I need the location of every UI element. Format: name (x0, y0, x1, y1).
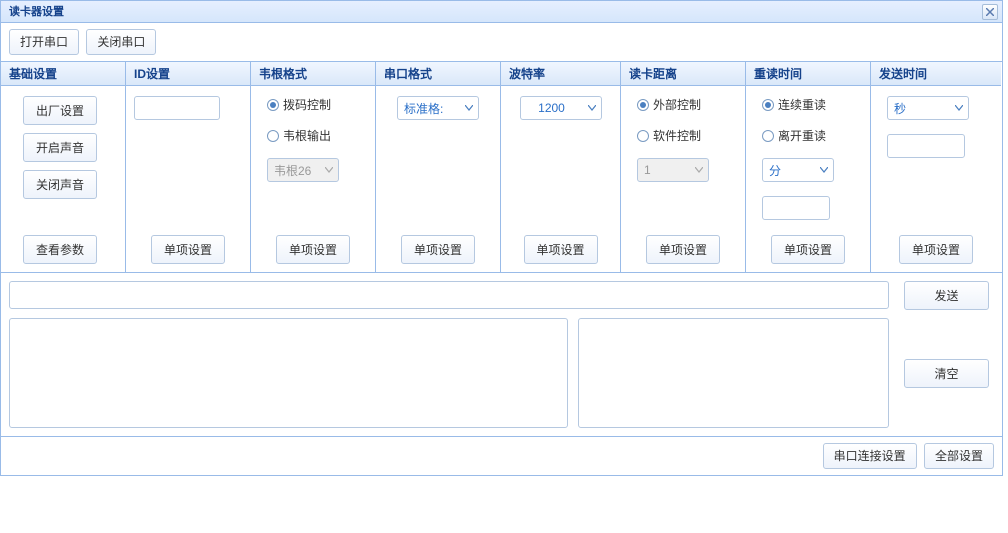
serial-settings-button[interactable]: 串口连接设置 (823, 443, 917, 469)
wiegand-select-text: 韦根26 (268, 162, 320, 179)
col-serial-fmt: 串口格式 标准格: 单项设置 (376, 62, 501, 272)
dial-control-label: 拨码控制 (283, 96, 331, 113)
chevron-down-icon[interactable] (815, 159, 833, 181)
bottom-area: 发送 清空 (1, 273, 1002, 436)
col-header-send-time: 发送时间 (871, 62, 1001, 86)
col-header-id: ID设置 (126, 62, 250, 86)
chevron-down-icon (690, 159, 708, 181)
view-params-button[interactable]: 查看参数 (23, 235, 97, 264)
col-header-basic: 基础设置 (1, 62, 125, 86)
chevron-down-icon[interactable] (460, 97, 478, 119)
external-control-radio[interactable] (637, 99, 649, 111)
col-header-reread: 重读时间 (746, 62, 870, 86)
id-single-button[interactable]: 单项设置 (151, 235, 225, 264)
send-time-single-button[interactable]: 单项设置 (899, 235, 973, 264)
continuous-reread-label: 连续重读 (778, 96, 826, 113)
chevron-down-icon[interactable] (583, 97, 601, 119)
reread-unit-text: 分 (763, 162, 815, 179)
wiegand-single-button[interactable]: 单项设置 (276, 235, 350, 264)
dial-control-radio[interactable] (267, 99, 279, 111)
wiegand-output-radio-row[interactable]: 韦根输出 (259, 127, 367, 144)
col-id: ID设置 单项设置 (126, 62, 251, 272)
external-control-label: 外部控制 (653, 96, 701, 113)
footer: 串口连接设置 全部设置 (1, 436, 1002, 475)
dial-control-radio-row[interactable]: 拨码控制 (259, 96, 367, 113)
distance-single-button[interactable]: 单项设置 (646, 235, 720, 264)
sound-off-button[interactable]: 关闭声音 (23, 170, 97, 199)
continuous-reread-radio-row[interactable]: 连续重读 (754, 96, 862, 113)
card-reader-settings-window: 读卡器设置 打开串口 关闭串口 基础设置 出厂设置 开启声音 关闭声音 查看参数… (0, 0, 1003, 476)
col-header-serial-fmt: 串口格式 (376, 62, 500, 86)
settings-columns: 基础设置 出厂设置 开启声音 关闭声音 查看参数 ID设置 单项设置 (1, 62, 1002, 273)
wiegand-output-radio[interactable] (267, 130, 279, 142)
open-port-button[interactable]: 打开串口 (9, 29, 79, 55)
toolbar: 打开串口 关闭串口 (1, 23, 1002, 62)
leave-reread-radio[interactable] (762, 130, 774, 142)
reread-value-input[interactable] (762, 196, 830, 220)
factory-reset-button[interactable]: 出厂设置 (23, 96, 97, 125)
col-basic: 基础设置 出厂设置 开启声音 关闭声音 查看参数 (1, 62, 126, 272)
software-control-radio-row[interactable]: 软件控制 (629, 127, 737, 144)
log-textarea-left[interactable] (9, 318, 568, 428)
col-header-wiegand: 韦根格式 (251, 62, 375, 86)
serial-fmt-text: 标准格: (398, 100, 460, 117)
col-reread: 重读时间 连续重读 离开重读 分 (746, 62, 871, 272)
close-icon[interactable] (982, 4, 998, 20)
software-control-label: 软件控制 (653, 127, 701, 144)
col-distance: 读卡距离 外部控制 软件控制 1 (621, 62, 746, 272)
serial-fmt-select[interactable]: 标准格: (397, 96, 479, 120)
send-time-unit-select[interactable]: 秒 (887, 96, 969, 120)
id-input[interactable] (134, 96, 220, 120)
command-input[interactable] (9, 281, 889, 309)
send-time-value-input[interactable] (887, 134, 965, 158)
reread-unit-select[interactable]: 分 (762, 158, 834, 182)
baud-select[interactable]: 1200 (520, 96, 602, 120)
col-header-distance: 读卡距离 (621, 62, 745, 86)
chevron-down-icon (320, 159, 338, 181)
leave-reread-label: 离开重读 (778, 127, 826, 144)
send-time-unit-text: 秒 (888, 100, 950, 117)
reread-single-button[interactable]: 单项设置 (771, 235, 845, 264)
external-control-radio-row[interactable]: 外部控制 (629, 96, 737, 113)
close-port-button[interactable]: 关闭串口 (86, 29, 156, 55)
distance-text: 1 (638, 163, 690, 177)
chevron-down-icon[interactable] (950, 97, 968, 119)
wiegand-output-label: 韦根输出 (283, 127, 331, 144)
col-send-time: 发送时间 秒 单项设置 (871, 62, 1001, 272)
clear-button[interactable]: 清空 (904, 359, 989, 388)
window-title: 读卡器设置 (9, 6, 64, 18)
distance-select: 1 (637, 158, 709, 182)
continuous-reread-radio[interactable] (762, 99, 774, 111)
titlebar: 读卡器设置 (1, 1, 1002, 23)
log-textarea-right[interactable] (578, 318, 889, 428)
baud-text: 1200 (521, 101, 583, 115)
software-control-radio[interactable] (637, 130, 649, 142)
col-wiegand: 韦根格式 拨码控制 韦根输出 韦根26 (251, 62, 376, 272)
sound-on-button[interactable]: 开启声音 (23, 133, 97, 162)
col-baud: 波特率 1200 单项设置 (501, 62, 621, 272)
send-button[interactable]: 发送 (904, 281, 989, 310)
baud-single-button[interactable]: 单项设置 (524, 235, 598, 264)
col-header-baud: 波特率 (501, 62, 620, 86)
serial-fmt-single-button[interactable]: 单项设置 (401, 235, 475, 264)
leave-reread-radio-row[interactable]: 离开重读 (754, 127, 862, 144)
wiegand-select: 韦根26 (267, 158, 339, 182)
all-settings-button[interactable]: 全部设置 (924, 443, 994, 469)
